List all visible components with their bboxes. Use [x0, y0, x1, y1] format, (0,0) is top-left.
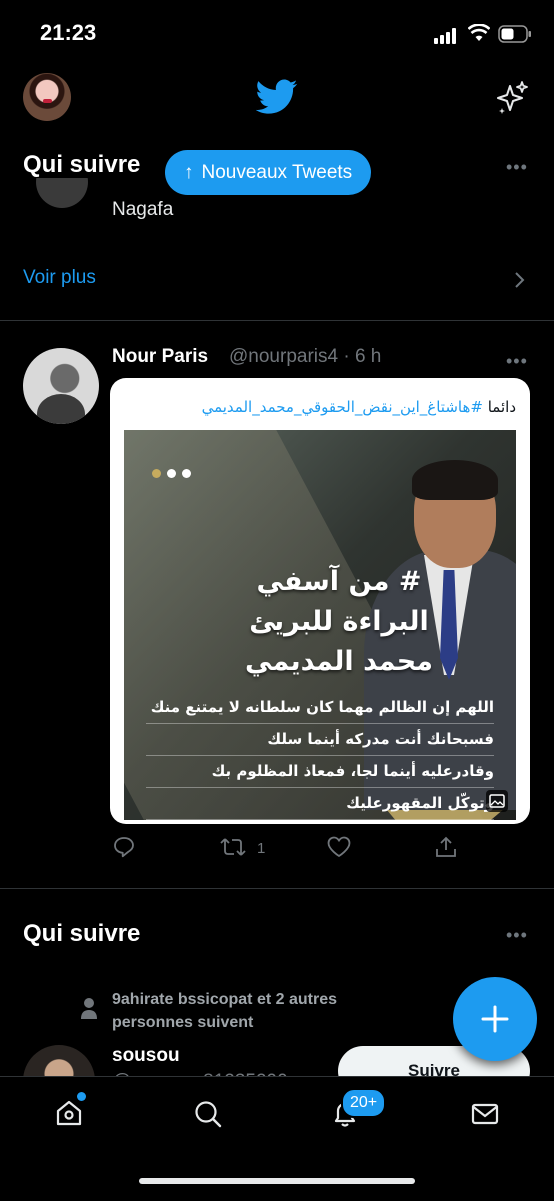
who-to-follow-heading: Qui suivre: [23, 151, 141, 178]
hashtag-link[interactable]: #هاشتاغ_اين_نقض_الحقوقي_محمد_المديمي: [202, 398, 483, 416]
heart-icon[interactable]: [326, 835, 352, 859]
sparkle-icon[interactable]: [494, 80, 530, 116]
tweet-handle-time: @nourparis4 · 6 h: [229, 346, 382, 367]
social-context-text: 9ahirate bssicopat et 2 autres personnes…: [112, 991, 337, 1031]
image-title-text: # من آسفي البراءة للبريئ محمد المديمي: [245, 566, 433, 677]
user-name[interactable]: sousou: [112, 1045, 180, 1067]
mail-icon[interactable]: [470, 1101, 500, 1127]
tweet-author-name[interactable]: Nour Paris: [112, 346, 208, 368]
plus-icon: [481, 1005, 509, 1033]
chevron-right-icon[interactable]: [512, 270, 526, 290]
card-text: دائما #هاشتاغ_اين_نقض_الحقوقي_محمد_المدي…: [202, 398, 516, 416]
profile-avatar[interactable]: [23, 73, 71, 121]
image-person-hair: [412, 460, 498, 500]
home-icon[interactable]: [54, 1098, 84, 1128]
arrow-up-icon: ↑: [184, 161, 194, 183]
home-indicator[interactable]: [139, 1178, 415, 1184]
image-icon: [486, 790, 508, 812]
quoted-content-card[interactable]: دائما #هاشتاغ_اين_نقض_الحقوقي_محمد_المدي…: [110, 378, 530, 824]
image-text-line: اللهم إن الظالم مهما كان سلطانه لا يمتنع…: [146, 692, 494, 724]
share-icon[interactable]: [434, 835, 458, 859]
retweet-count: 1: [257, 840, 266, 857]
more-options-icon[interactable]: •••: [506, 351, 528, 372]
new-tweets-button[interactable]: ↑ Nouveaux Tweets: [165, 150, 372, 195]
status-bar: 21:23: [0, 0, 554, 64]
battery-icon: [498, 25, 531, 43]
wifi-icon: [468, 24, 490, 41]
twitter-bird-icon[interactable]: [256, 79, 298, 115]
cellular-signal-icon: [434, 28, 456, 44]
tweet-image[interactable]: # من آسفي البراءة للبريئ محمد المديمي ال…: [124, 430, 516, 820]
reply-icon[interactable]: [112, 835, 136, 859]
avatar[interactable]: [23, 348, 99, 424]
avatar[interactable]: [36, 178, 88, 208]
image-dots-decoration: [152, 465, 197, 483]
who-to-follow-heading: Qui suivre: [23, 920, 141, 947]
image-text-line: وتوكّل المقهورعليك: [146, 788, 494, 820]
divider: [0, 320, 554, 321]
image-prayer-text: اللهم إن الظالم مهما كان سلطانه لا يمتنع…: [146, 692, 494, 820]
unread-indicator-dot: [77, 1092, 86, 1101]
more-options-icon[interactable]: •••: [506, 925, 528, 946]
new-tweets-label: Nouveaux Tweets: [201, 161, 353, 183]
user-name[interactable]: Nagafa: [112, 199, 173, 221]
search-icon[interactable]: [193, 1099, 223, 1129]
more-options-icon[interactable]: •••: [506, 157, 528, 178]
divider: [0, 888, 554, 889]
image-text-line: فسبحانك أنت مدركه أينما سلك: [146, 724, 494, 756]
status-time: 21:23: [40, 20, 97, 45]
retweet-icon[interactable]: [219, 835, 247, 859]
compose-tweet-button[interactable]: [453, 977, 537, 1061]
notifications-badge: 20+: [341, 1088, 387, 1118]
see-more-link[interactable]: Voir plus: [23, 267, 96, 289]
card-text-prefix: دائما: [487, 398, 516, 416]
image-text-line: وقادرعليه أينما لجا، فمعاذ المظلوم بك: [146, 756, 494, 788]
person-icon: [81, 998, 97, 1019]
